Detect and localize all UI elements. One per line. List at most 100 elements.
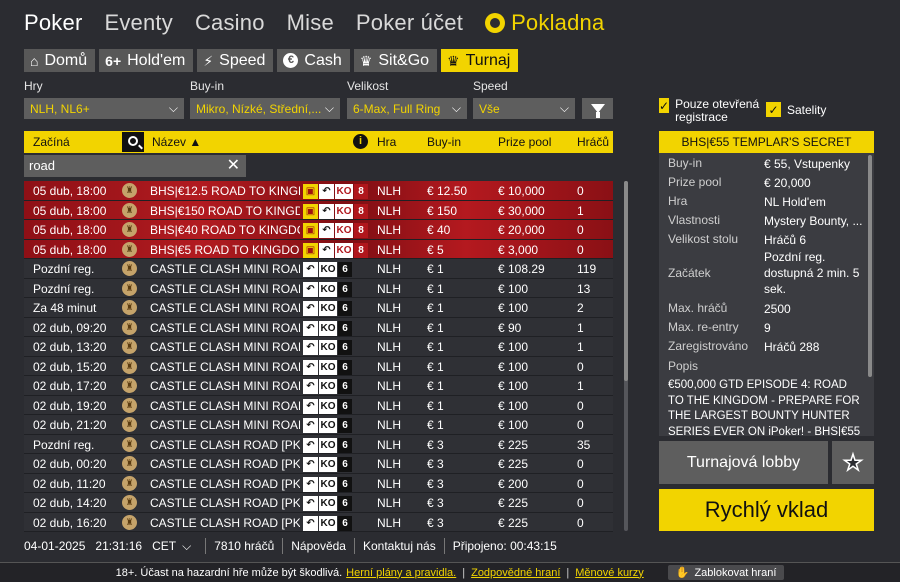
holdem-icon: 6+ bbox=[105, 52, 122, 69]
row-start: 02 dub, 00:20 bbox=[33, 457, 107, 471]
table-row[interactable]: 02 dub, 14:20 ♜ CASTLE CLASH ROAD [PKO] ↶ KO… bbox=[24, 493, 613, 513]
nav-casino[interactable]: Casino bbox=[195, 10, 265, 36]
table-row[interactable]: 02 dub, 19:20 ♜ CASTLE CLASH MINI ROAD [PK… bbox=[24, 395, 613, 415]
row-game: NLH bbox=[377, 184, 402, 198]
reentry-icon: ↶ bbox=[303, 515, 318, 531]
responsible-gaming-link[interactable]: Zodpovědné hraní bbox=[471, 567, 560, 579]
info-icon[interactable]: i bbox=[353, 134, 368, 149]
row-badges: ↶ KO 6 bbox=[303, 340, 352, 355]
row-players: 1 bbox=[577, 379, 584, 393]
nav-eventy[interactable]: Eventy bbox=[104, 10, 172, 36]
help-link[interactable]: Nápověda bbox=[291, 539, 346, 553]
col-prize[interactable]: Prize pool bbox=[498, 135, 551, 149]
reentry-icon: ↶ bbox=[303, 476, 318, 492]
filter-velikost-select[interactable]: 6-Max, Full Ring ⌵ bbox=[347, 98, 467, 119]
table-row[interactable]: Pozdní reg. ♜ CASTLE CLASH MINI ROAD [PKO]… bbox=[24, 259, 613, 279]
row-name: CASTLE CLASH ROAD [PKO] bbox=[150, 515, 300, 530]
table-row[interactable]: 05 dub, 18:00 ♜ BHS|€12.5 ROAD TO KINGDOM▣… bbox=[24, 181, 613, 201]
divider bbox=[282, 538, 284, 554]
nav-cashier[interactable]: Pokladna bbox=[485, 10, 604, 36]
row-prize: € 100 bbox=[498, 359, 529, 374]
row-prize: € 100 bbox=[498, 418, 529, 432]
table-row[interactable]: 02 dub, 09:20 ♜ CASTLE CLASH MINI ROAD [PK… bbox=[24, 317, 613, 337]
row-start: 02 dub, 13:20 bbox=[33, 340, 107, 354]
tab-domu[interactable]: ⌂ Domů bbox=[24, 49, 96, 72]
contact-link[interactable]: Kontaktuj nás bbox=[363, 539, 436, 553]
tab-cash[interactable]: € Cash bbox=[277, 49, 350, 72]
nav-poker-ucet[interactable]: Poker účet bbox=[356, 10, 463, 36]
table-row[interactable]: Za 48 minut ♜ CASTLE CLASH MINI ROAD [PKO]… bbox=[24, 298, 613, 318]
row-badges: ↶ KO 6 bbox=[303, 281, 352, 297]
table-row[interactable]: 05 dub, 18:00 ♜ BHS|€150 ROAD TO KINGDOM▣↶… bbox=[24, 200, 613, 220]
table-row[interactable]: 02 dub, 13:20 ♜ CASTLE CLASH MINI ROAD [PK… bbox=[24, 337, 613, 357]
status-timezone[interactable]: CET bbox=[152, 539, 176, 553]
row-badges: ↶ KO 6 bbox=[303, 379, 352, 394]
row-prize: € 20,000 bbox=[498, 223, 545, 237]
gift-icon: ▣ bbox=[303, 184, 318, 199]
tournament-lobby-button[interactable]: Turnajová lobby bbox=[659, 441, 828, 484]
search-icon[interactable] bbox=[122, 132, 144, 152]
row-start: 02 dub, 21:20 bbox=[33, 418, 107, 432]
table-row[interactable]: 02 dub, 21:20 ♜ CASTLE CLASH MINI ROAD [PK… bbox=[24, 415, 613, 435]
row-buyin: € 12.50 bbox=[427, 184, 468, 198]
col-hra[interactable]: Hra bbox=[377, 135, 396, 149]
row-prize: € 100 bbox=[498, 301, 529, 315]
row-badges: ▣ ↶ KO 8 bbox=[303, 184, 368, 199]
divider bbox=[443, 538, 445, 554]
filter-hry-select[interactable]: NLH, NL6+ ⌵ bbox=[24, 98, 184, 119]
detail-key: Velikost stolu bbox=[668, 232, 739, 246]
row-players: 0 bbox=[577, 223, 584, 237]
scrollbar-thumb[interactable] bbox=[624, 181, 628, 381]
bottom-bar: 18+. Účast na hazardní hře může být škod… bbox=[0, 562, 900, 582]
tab-holdem[interactable]: 6+ Hold'em bbox=[99, 49, 194, 72]
table-size-badge: 6 bbox=[338, 476, 352, 492]
chevron-down-icon[interactable]: ⌵ bbox=[182, 539, 191, 554]
table-row[interactable]: 02 dub, 16:20 ♜ CASTLE CLASH ROAD [PKO] ↶ KO… bbox=[24, 512, 613, 532]
detail-value: Hráčů 288 bbox=[764, 340, 820, 354]
table-row[interactable]: 02 dub, 00:20 ♜ CASTLE CLASH ROAD [PKO] ↶ KO… bbox=[24, 454, 613, 474]
col-buyin[interactable]: Buy-in bbox=[427, 135, 461, 149]
table-row[interactable]: 05 dub, 18:00 ♜ BHS|€5 ROAD TO KINGDOM ▣ ↶ KO… bbox=[24, 239, 613, 259]
chevron-down-icon: ⌵ bbox=[451, 101, 461, 115]
details-scrollbar[interactable] bbox=[868, 155, 872, 377]
nav-mise[interactable]: Mise bbox=[287, 10, 334, 36]
col-name[interactable]: Název ▲ bbox=[152, 135, 201, 149]
table-row[interactable]: 02 dub, 17:20 ♜ CASTLE CLASH MINI ROAD [PK… bbox=[24, 376, 613, 396]
table-row[interactable]: Pozdní reg. ♜ CASTLE CLASH ROAD [PKO] ↶ KO 6 N… bbox=[24, 434, 613, 454]
table-row[interactable]: Pozdní reg. ♜ CASTLE CLASH MINI ROAD [PKO]… bbox=[24, 278, 613, 298]
close-icon[interactable]: ✕ bbox=[227, 155, 240, 177]
nav-poker[interactable]: Poker bbox=[24, 10, 82, 36]
filter-button[interactable] bbox=[582, 98, 613, 119]
rules-link[interactable]: Herní plány a pravidla. bbox=[346, 567, 456, 579]
filter-buyin-value: Mikro, Nízké, Střední,... bbox=[196, 101, 322, 116]
quick-deposit-button[interactable]: Rychlý vklad bbox=[659, 489, 874, 531]
table-row[interactable]: 05 dub, 18:00 ♜ BHS|€40 ROAD TO KINGDOM ▣ ↶ K… bbox=[24, 220, 613, 240]
block-gaming-button[interactable]: ✋ Zablokovat hraní bbox=[667, 565, 785, 580]
table-row[interactable]: 02 dub, 15:20 ♜ CASTLE CLASH MINI ROAD [PK… bbox=[24, 356, 613, 376]
table-row[interactable]: 02 dub, 11:20 ♜ CASTLE CLASH ROAD [PKO] ↶ KO… bbox=[24, 473, 613, 493]
row-start: Pozdní reg. bbox=[33, 281, 95, 296]
tab-sitgo[interactable]: ♛ Sit&Go bbox=[353, 49, 438, 72]
checkbox-satellites[interactable]: ✓ Satelity bbox=[766, 102, 826, 117]
row-game: NLH bbox=[377, 437, 402, 452]
tab-turnaj[interactable]: ♛ Turnaj bbox=[441, 49, 519, 72]
tab-speed[interactable]: ⚡ Speed bbox=[197, 49, 274, 72]
castle-icon: ♜ bbox=[122, 222, 137, 237]
row-buyin: € 1 bbox=[427, 379, 444, 393]
knockout-badge: KO bbox=[335, 242, 353, 258]
row-name: CASTLE CLASH MINI ROAD [PKO] bbox=[150, 281, 300, 296]
col-players[interactable]: Hráčů bbox=[577, 135, 609, 149]
euro-coin-icon: € bbox=[283, 53, 299, 68]
row-badges: ↶ KO 6 bbox=[303, 301, 352, 316]
filter-buyin-select[interactable]: Mikro, Nízké, Střední,... ⌵ bbox=[190, 98, 340, 119]
checkbox-open-registration[interactable]: ✓ Pouze otevřená registrace bbox=[659, 98, 769, 124]
reentry-icon: ↶ bbox=[303, 496, 318, 511]
row-name: CASTLE CLASH MINI ROAD [PKO] bbox=[150, 418, 300, 432]
table-size-badge: 6 bbox=[338, 398, 352, 414]
col-start[interactable]: Začíná bbox=[33, 135, 70, 149]
filter-speed-select[interactable]: Vše ⌵ bbox=[473, 98, 575, 119]
list-scrollbar[interactable] bbox=[624, 181, 628, 531]
search-input[interactable]: road ✕ bbox=[24, 155, 246, 177]
currency-rates-link[interactable]: Měnové kurzy bbox=[575, 567, 643, 579]
favorite-button[interactable]: ★ bbox=[832, 441, 874, 484]
